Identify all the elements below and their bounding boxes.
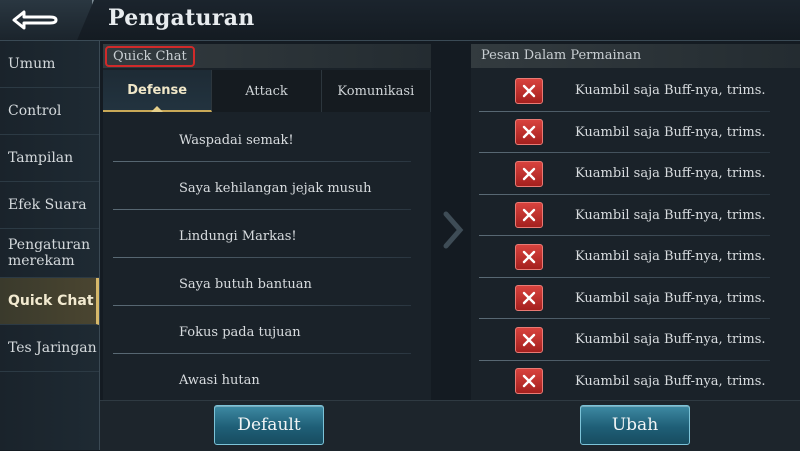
list-item[interactable]: Saya kehilangan jejak musuh: [103, 164, 431, 212]
sidebar-item-control[interactable]: Control: [0, 88, 99, 135]
message-list: Waspadai semak! Saya kehilangan jejak mu…: [103, 116, 431, 404]
tab-komunikasi[interactable]: Komunikasi: [322, 70, 431, 112]
table-row: Kuambil saja Buff-nya, trims.: [471, 153, 800, 195]
remove-button[interactable]: [515, 160, 543, 187]
slot-text: Kuambil saja Buff-nya, trims.: [575, 249, 766, 265]
remove-button[interactable]: [515, 326, 543, 353]
sidebar-item-label: Control: [8, 103, 62, 119]
change-button[interactable]: Ubah: [580, 405, 690, 445]
slot-text: Kuambil saja Buff-nya, trims.: [575, 290, 766, 306]
sidebar-item-tampilan[interactable]: Tampilan: [0, 135, 99, 182]
message-text: Lindungi Markas!: [179, 228, 297, 244]
close-icon: [522, 167, 536, 180]
section-label: Pesan Dalam Permainan: [471, 44, 800, 68]
close-icon: [522, 250, 536, 263]
panel-header: Quick Chat: [103, 44, 431, 68]
back-button[interactable]: [0, 0, 94, 40]
sidebar-item-umum[interactable]: Umum: [0, 41, 99, 88]
table-row: Kuambil saja Buff-nya, trims.: [471, 195, 800, 237]
list-item[interactable]: Awasi hutan: [103, 356, 431, 404]
table-row: Kuambil saja Buff-nya, trims.: [471, 70, 800, 112]
list-item[interactable]: Fokus pada tujuan: [103, 308, 431, 356]
sidebar-item-label: Umum: [8, 56, 56, 72]
close-icon: [522, 209, 536, 222]
remove-button[interactable]: [515, 77, 543, 104]
close-icon: [522, 84, 536, 97]
table-row: Kuambil saja Buff-nya, trims.: [471, 112, 800, 154]
quick-chat-panel: Quick Chat Defense Attack Komunikasi Was…: [103, 44, 431, 402]
tab-defense[interactable]: Defense: [103, 70, 213, 112]
slot-list: Kuambil saja Buff-nya, trims. Kuambil sa…: [471, 70, 800, 402]
slot-text: Kuambil saja Buff-nya, trims.: [575, 166, 766, 182]
table-row: Kuambil saja Buff-nya, trims.: [471, 278, 800, 320]
bottom-bar: [100, 400, 800, 451]
sidebar-item-label: Tampilan: [8, 150, 74, 166]
sidebar: Umum Control Tampilan Efek Suara Pengatu…: [0, 41, 100, 450]
list-item[interactable]: Waspadai semak!: [103, 116, 431, 164]
table-row: Kuambil saja Buff-nya, trims.: [471, 319, 800, 361]
remove-button[interactable]: [515, 243, 543, 270]
close-icon: [522, 333, 536, 346]
sidebar-item-label: Quick Chat: [8, 293, 94, 309]
close-icon: [522, 292, 536, 305]
page-title: Pengaturan: [108, 5, 255, 31]
message-text: Saya butuh bantuan: [179, 276, 312, 292]
list-item[interactable]: Saya butuh bantuan: [103, 260, 431, 308]
message-text: Fokus pada tujuan: [179, 324, 301, 340]
message-text: Waspadai semak!: [179, 132, 294, 148]
sidebar-item-quick-chat[interactable]: Quick Chat: [0, 278, 99, 325]
category-tabs: Defense Attack Komunikasi: [103, 70, 431, 112]
slot-text: Kuambil saja Buff-nya, trims.: [575, 124, 766, 140]
remove-button[interactable]: [515, 285, 543, 312]
message-text: Saya kehilangan jejak musuh: [179, 180, 372, 196]
close-icon: [522, 375, 536, 388]
remove-button[interactable]: [515, 202, 543, 229]
sidebar-item-pengaturan-merekam[interactable]: Pengaturan merekam: [0, 229, 99, 278]
tab-attack[interactable]: Attack: [212, 70, 322, 112]
message-text: Awasi hutan: [179, 372, 260, 388]
default-button[interactable]: Default: [214, 405, 324, 445]
slot-text: Kuambil saja Buff-nya, trims.: [575, 332, 766, 348]
slot-text: Kuambil saja Buff-nya, trims.: [575, 83, 766, 99]
sidebar-item-tes-jaringan[interactable]: Tes Jaringan: [0, 325, 99, 372]
table-row: Kuambil saja Buff-nya, trims.: [471, 361, 800, 403]
table-row: Kuambil saja Buff-nya, trims.: [471, 236, 800, 278]
sidebar-item-label: Pengaturan merekam: [8, 237, 91, 269]
slot-text: Kuambil saja Buff-nya, trims.: [575, 373, 766, 389]
sidebar-item-efek-suara[interactable]: Efek Suara: [0, 182, 99, 229]
chevron-right-icon: [436, 210, 466, 254]
list-item[interactable]: Lindungi Markas!: [103, 212, 431, 260]
close-icon: [522, 126, 536, 139]
in-game-message-panel: Pesan Dalam Permainan Kuambil saja Buff-…: [471, 44, 800, 402]
sidebar-item-label: Tes Jaringan: [8, 340, 97, 356]
sidebar-item-label: Efek Suara: [8, 197, 87, 213]
section-label: Quick Chat: [105, 46, 195, 67]
remove-button[interactable]: [515, 119, 543, 146]
back-arrow-icon: [12, 10, 58, 30]
remove-button[interactable]: [515, 368, 543, 395]
slot-text: Kuambil saja Buff-nya, trims.: [575, 207, 766, 223]
top-bar: Pengaturan: [0, 0, 800, 41]
